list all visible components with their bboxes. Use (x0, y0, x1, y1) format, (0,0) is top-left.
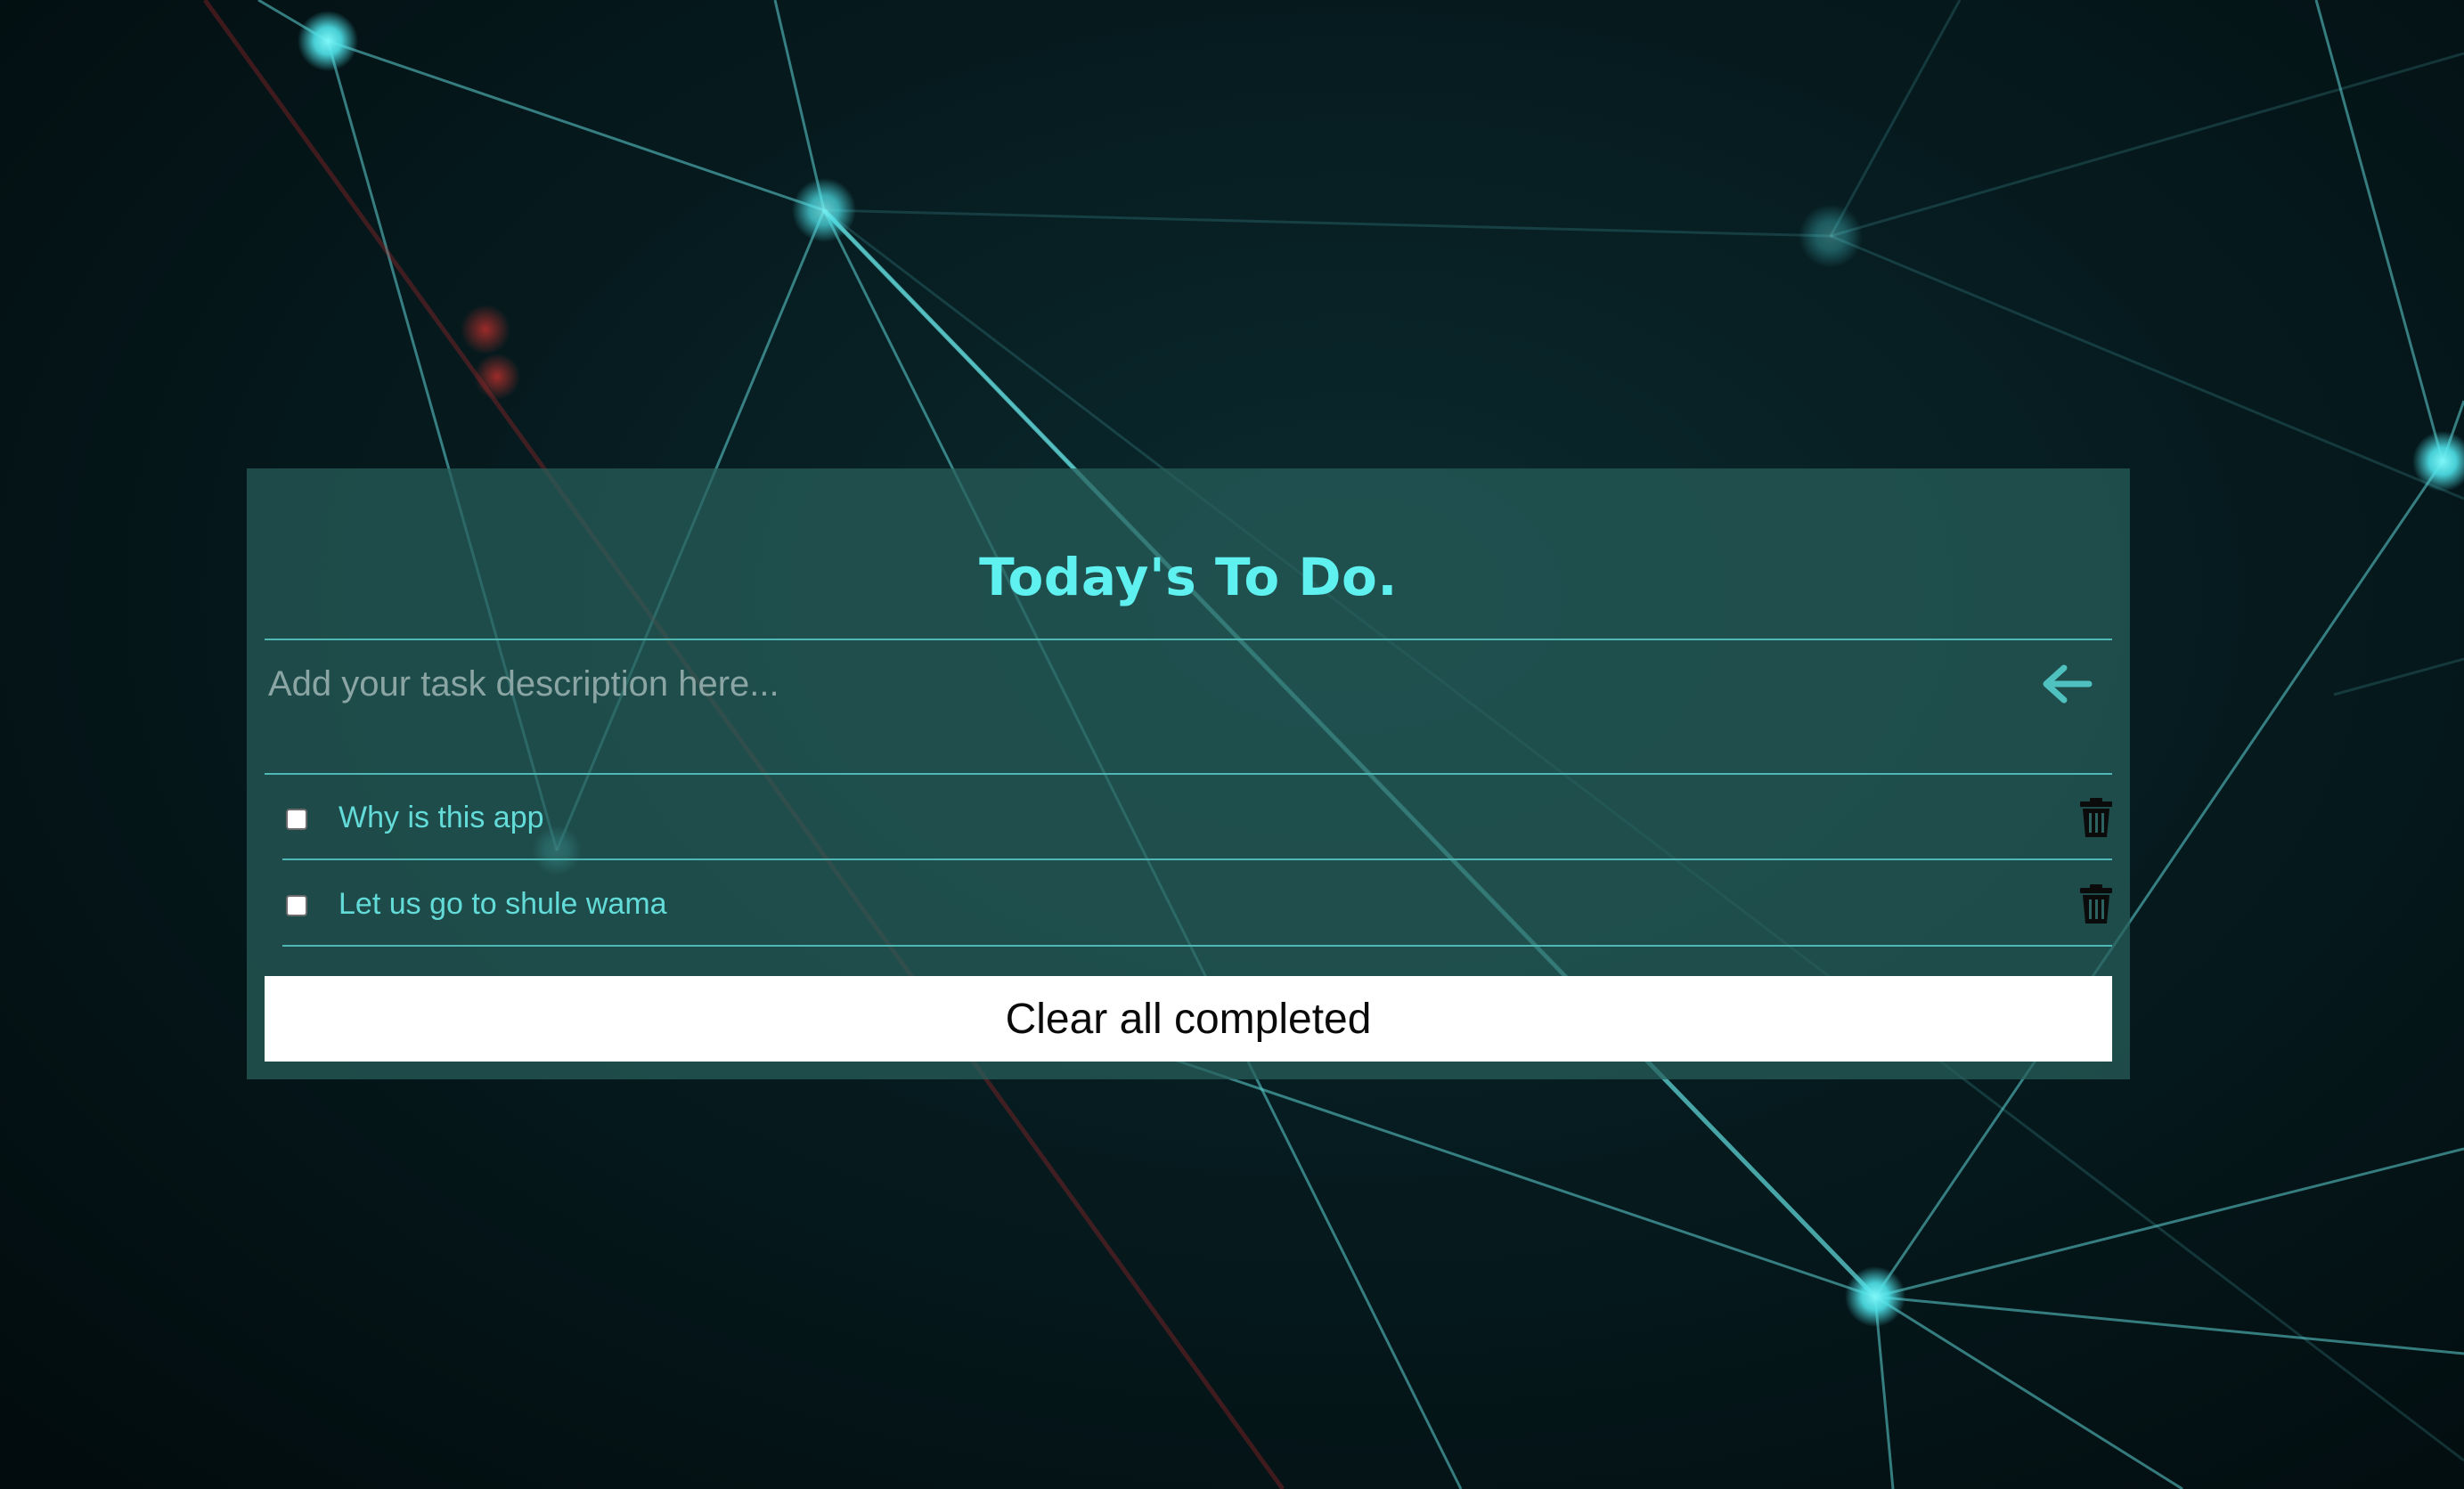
task-checkbox[interactable] (286, 895, 307, 916)
trash-icon[interactable] (2080, 798, 2112, 837)
title-divider (265, 639, 2112, 640)
task-label: Why is this app (339, 801, 544, 834)
task-item: Let us go to shule wama (282, 861, 2112, 947)
trash-icon[interactable] (2080, 884, 2112, 924)
clear-completed-button[interactable]: Clear all completed (265, 976, 2112, 1062)
arrow-left-icon[interactable] (2037, 663, 2094, 705)
todo-card: Today's To Do. Why is this app (247, 468, 2130, 1079)
arrow-left-icon-graphic (2043, 664, 2093, 704)
trash-icon-graphic (2080, 884, 2112, 924)
task-input[interactable] (265, 641, 2028, 727)
task-label: Let us go to shule wama (339, 887, 667, 921)
task-divider (282, 858, 2112, 860)
page-title: Today's To Do. (979, 547, 1398, 607)
task-input-row (265, 641, 2112, 727)
task-checkbox[interactable] (286, 809, 307, 830)
task-item: Why is this app (282, 775, 2112, 860)
task-divider (282, 945, 2112, 947)
trash-icon-graphic (2080, 798, 2112, 837)
